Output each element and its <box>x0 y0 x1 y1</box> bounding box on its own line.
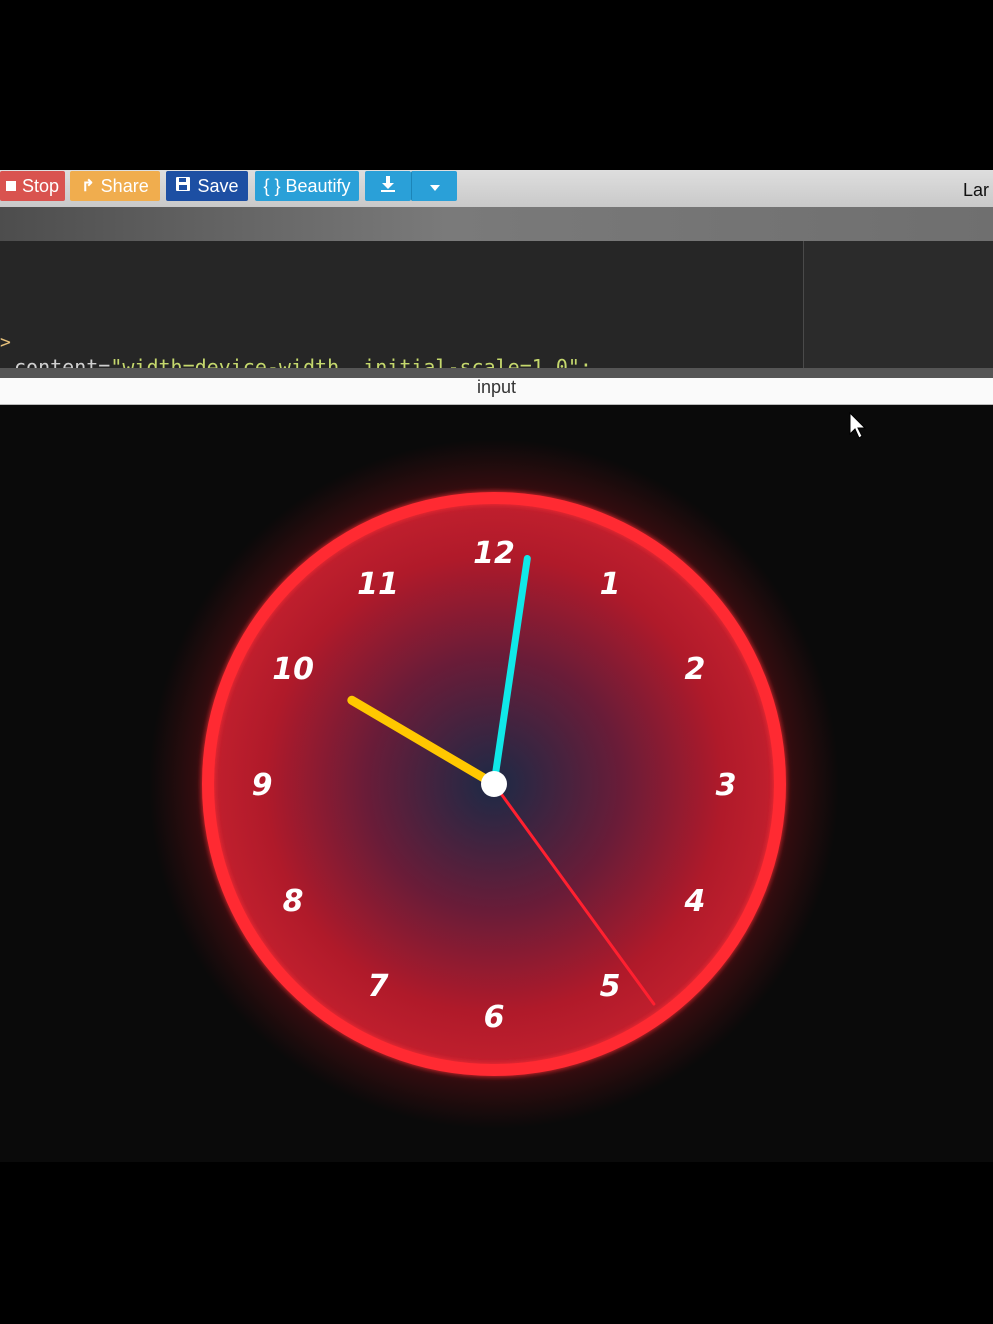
download-icon <box>379 175 397 198</box>
clock-number-10: 10 <box>272 652 314 687</box>
share-button[interactable]: ↱ Share <box>70 171 160 201</box>
clock-number-8: 8 <box>283 884 304 919</box>
stop-button[interactable]: Stop <box>0 171 65 201</box>
clock-number-3: 3 <box>716 768 737 803</box>
output-header: input <box>0 378 993 405</box>
clock-number-4: 4 <box>683 884 705 919</box>
language-selector[interactable]: Lar <box>963 180 989 201</box>
output-panel: 12 1 2 3 4 5 6 7 8 9 10 11 <box>0 405 993 1162</box>
clock-number-5: 5 <box>600 969 621 1004</box>
code-editor[interactable]: > content="width=device-width, initial-s… <box>0 241 993 368</box>
clock-number-2: 2 <box>684 652 705 687</box>
mouse-cursor-icon <box>849 411 869 445</box>
save-button-label: Save <box>197 175 239 196</box>
code-attribute: content= <box>14 355 111 368</box>
download-button[interactable] <box>365 171 411 201</box>
beautify-button[interactable]: { } Beautify <box>255 171 359 201</box>
side-pane <box>804 241 993 368</box>
clock-number-7: 7 <box>368 969 389 1004</box>
clock-number-12: 12 <box>473 536 515 571</box>
share-button-label: Share <box>100 175 149 196</box>
chevron-down-icon <box>429 176 441 197</box>
stop-button-label: Stop <box>21 175 60 196</box>
save-button[interactable]: Save <box>166 171 248 201</box>
download-options-dropdown[interactable] <box>411 171 457 201</box>
beautify-button-label: { } Beautify <box>263 175 351 196</box>
code-line: content="width=device-width, initial-sca… <box>14 355 592 368</box>
analog-clock: 121234567891011 <box>149 439 839 1129</box>
stop-icon <box>5 181 16 191</box>
tab-bar <box>0 207 993 241</box>
clock-number-9: 9 <box>252 768 273 803</box>
clock-number-11: 11 <box>357 567 399 602</box>
share-icon: ↱ <box>81 178 95 195</box>
clock-number-6: 6 <box>484 1000 505 1035</box>
save-icon <box>175 176 191 197</box>
fold-arrow-icon[interactable]: > <box>0 332 11 353</box>
clock-number-1: 1 <box>600 567 621 602</box>
clock-center-dot <box>481 771 507 797</box>
toolbar: Stop ↱ Share Save { } Beautify <box>0 170 993 207</box>
code-string: "width=device-width, initial-scale=1.0"; <box>110 355 592 368</box>
